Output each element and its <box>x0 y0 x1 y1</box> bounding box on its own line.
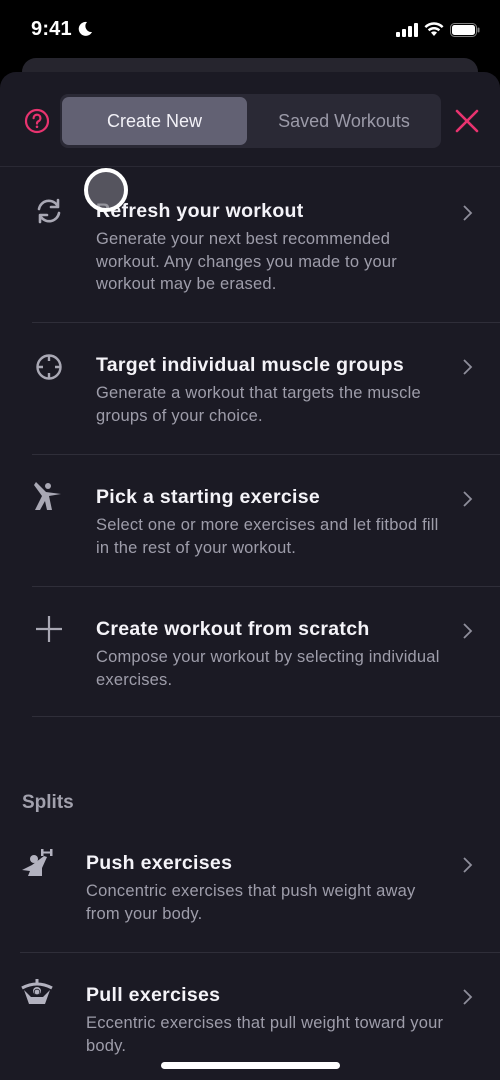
tab-create-new[interactable]: Create New <box>62 97 247 145</box>
option-refresh-workout[interactable]: Refresh your workout Generate your next … <box>0 190 500 320</box>
plus-icon <box>36 616 62 642</box>
question-circle-icon[interactable] <box>24 108 50 134</box>
create-workout-sheet: Create New Saved Workouts Refresh your w… <box>0 72 500 1080</box>
chevron-right-icon <box>463 623 473 639</box>
option-title: Target individual muscle groups <box>96 354 404 376</box>
close-x-icon[interactable] <box>454 108 480 134</box>
option-title: Pick a starting exercise <box>96 486 320 508</box>
push-dumbbell-icon <box>22 849 53 876</box>
split-description: Concentric exercises that push weight aw… <box>86 882 416 923</box>
home-indicator[interactable] <box>161 1062 340 1069</box>
option-title: Create workout from scratch <box>96 618 370 640</box>
wifi-icon <box>424 22 444 36</box>
tab-saved-workouts[interactable]: Saved Workouts <box>250 97 438 145</box>
status-bar: 9:41 <box>0 0 500 60</box>
pull-bar-icon <box>21 979 53 1004</box>
split-divider <box>20 952 500 953</box>
chevron-right-icon <box>463 989 473 1005</box>
person-exercise-icon <box>34 482 61 510</box>
create-saved-segmented-control: Create New Saved Workouts <box>60 94 441 148</box>
option-title: Refresh your workout <box>96 200 304 222</box>
signal-icon <box>396 22 418 37</box>
option-pick-starting-exercise[interactable]: Pick a starting exercise Select one or m… <box>0 476 500 586</box>
split-description: Eccentric exercises that pull weight tow… <box>86 1014 444 1055</box>
option-description: Compose your workout by selecting indivi… <box>96 648 440 689</box>
chevron-right-icon <box>463 857 473 873</box>
option-divider <box>32 716 500 717</box>
sheet-header: Create New Saved Workouts <box>0 94 500 150</box>
moon-icon <box>78 21 92 36</box>
header-divider <box>0 166 500 167</box>
option-create-from-scratch[interactable]: Create workout from scratch Compose your… <box>0 608 500 718</box>
status-time: 9:41 <box>31 18 72 40</box>
split-title: Push exercises <box>86 852 233 874</box>
option-divider <box>32 586 500 587</box>
split-push-exercises[interactable]: Push exercises Concentric exercises that… <box>0 842 500 952</box>
option-divider <box>32 322 500 323</box>
status-icons <box>396 22 480 37</box>
option-target-muscle-groups[interactable]: Target individual muscle groups Generate… <box>0 344 500 454</box>
refresh-icon <box>37 198 61 224</box>
option-divider <box>32 454 500 455</box>
chevron-right-icon <box>463 359 473 375</box>
chevron-right-icon <box>463 491 473 507</box>
option-description: Generate a workout that targets the musc… <box>96 384 421 425</box>
split-title: Pull exercises <box>86 984 221 1006</box>
battery-icon <box>450 22 480 37</box>
option-description: Select one or more exercises and let fit… <box>96 516 439 557</box>
chevron-right-icon <box>463 205 473 221</box>
splits-section-label: Splits <box>22 792 74 813</box>
option-description: Generate your next best recommended work… <box>96 230 397 293</box>
crosshair-target-icon <box>36 354 62 380</box>
